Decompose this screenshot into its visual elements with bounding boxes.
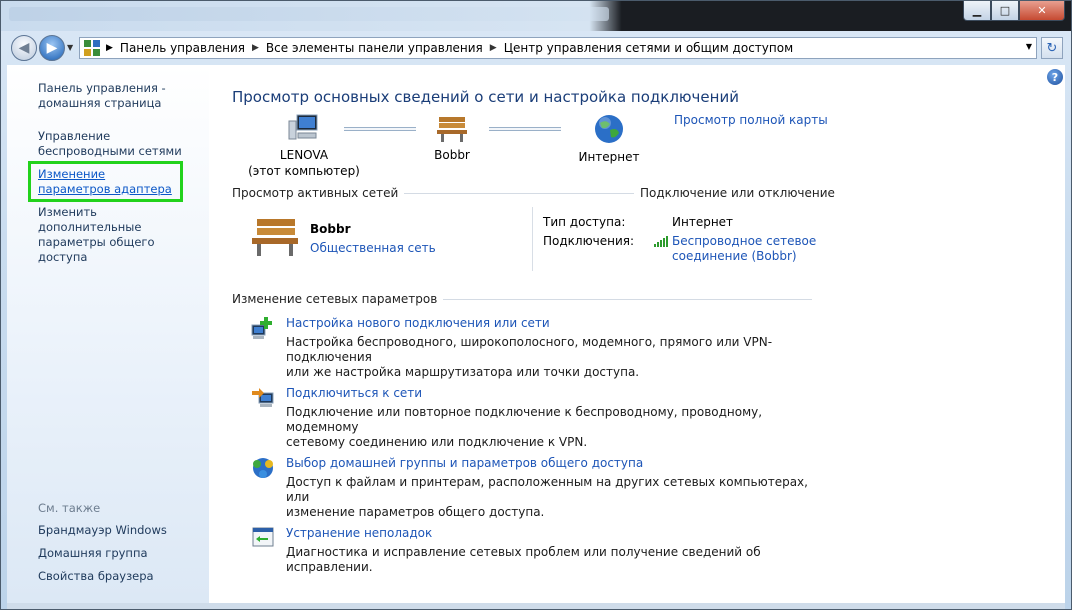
map-node-network[interactable]: Bobbr [419,113,485,163]
main-content: ? Просмотр основных сведений о сети и на… [209,65,1065,603]
title-bar[interactable]: ▁ □ ✕ [1,1,1071,31]
breadcrumb-separator-icon[interactable]: ▶ [252,43,259,53]
sidebar-link-home[interactable]: Панель управления - домашняя страница [38,81,188,111]
window-bottom-border [7,603,1065,609]
task-desc-line: Диагностика и исправление сетевых пробле… [286,545,761,574]
maximize-button[interactable]: □ [991,1,1019,21]
globe-icon [595,115,623,143]
sidebar-link-homegroup[interactable]: Домашняя группа [38,546,148,561]
wireless-connection-link[interactable]: Беспроводное сетевое соединение (Bobbr) [672,234,816,264]
forward-button[interactable]: ▶ [39,35,65,61]
network-type-link[interactable]: Общественная сеть [310,241,436,255]
access-type-value: Интернет [672,215,734,229]
troubleshoot-icon [252,527,274,547]
title-bar-glass [9,7,609,21]
refresh-button[interactable]: ↻ [1041,37,1063,59]
map-node-computer[interactable]: LENOVA (этот компьютер) [239,113,369,179]
change-settings-title: Изменение сетевых параметров [232,292,444,306]
map-connection-line [489,127,561,131]
arrow-left-icon: ◀ [18,40,30,56]
page-title: Просмотр основных сведений о сети и наст… [232,88,739,106]
close-button[interactable]: ✕ [1019,1,1065,21]
recent-pages-dropdown[interactable]: ▼ [67,43,73,52]
computer-subtitle: (этот компьютер) [248,164,360,178]
window: ▁ □ ✕ ◀ ▶ ▼ ▶ Панель управления ▶ Все эл… [0,0,1072,610]
internet-label: Интернет [578,150,640,164]
setup-new-connection-desc: Настройка беспроводного, широкополосного… [286,335,826,380]
connect-to-network-desc: Подключение или повторное подключение к … [286,405,826,450]
address-bar[interactable]: ▶ Панель управления ▶ Все элементы панел… [79,37,1037,59]
caption-buttons: ▁ □ ✕ [963,1,1065,21]
sidebar: Панель управления - домашняя страница Уп… [7,65,209,603]
new-connection-icon [251,317,272,339]
connect-to-network-icon [252,388,274,407]
homegroup-sharing-link[interactable]: Выбор домашней группы и параметров общег… [286,456,643,470]
sidebar-link-wireless[interactable]: Управление беспроводными сетями [38,129,203,159]
breadcrumb-separator-icon[interactable]: ▶ [490,43,497,53]
breadcrumb-control-panel[interactable]: Панель управления [120,41,245,55]
address-history-dropdown[interactable]: ▼ [1026,42,1032,51]
public-network-bench-icon[interactable] [249,215,301,257]
sidebar-link-firewall[interactable]: Брандмауэр Windows [38,523,167,538]
active-network-name: Bobbr [310,222,351,236]
navigation-bar: ◀ ▶ ▼ ▶ Панель управления ▶ Все элементы… [1,31,1071,65]
refresh-icon: ↻ [1046,40,1058,56]
homegroup-icon [253,458,273,478]
help-icon[interactable]: ? [1047,69,1063,85]
connect-to-network-link[interactable]: Подключиться к сети [286,386,422,400]
troubleshoot-desc: Диагностика и исправление сетевых пробле… [286,545,826,575]
setup-new-connection-link[interactable]: Настройка нового подключения или сети [286,316,550,330]
minimize-button[interactable]: ▁ [963,1,991,21]
vertical-divider [532,207,533,271]
connect-disconnect-link[interactable]: Подключение или отключение [634,186,835,200]
breadcrumb-network-center[interactable]: Центр управления сетями и общим доступом [504,41,793,55]
sidebar-link-browser-options[interactable]: Свойства браузера [38,569,154,584]
back-button[interactable]: ◀ [11,35,37,61]
network-label: Bobbr [434,148,470,162]
homegroup-sharing-desc: Доступ к файлам и принтерам, расположенн… [286,475,826,520]
breadcrumb-all-items[interactable]: Все элементы панели управления [266,41,483,55]
sidebar-link-sharing-settings[interactable]: Изменить дополнительные параметры общего… [38,205,203,265]
breadcrumb: Панель управления ▶ Все элементы панели … [120,41,793,55]
wireless-connection-line1: Беспроводное сетевое [672,234,817,248]
map-connection-line [344,127,416,131]
arrow-right-icon: ▶ [46,40,58,56]
computer-name: LENOVA [279,148,329,162]
wireless-connection-line2: соединение (Bobbr) [672,249,797,263]
control-panel-icon [84,40,100,56]
view-full-map-link[interactable]: Просмотр полной карты [674,113,828,127]
active-networks-title: Просмотр активных сетей [232,186,405,200]
task-desc-line: Доступ к файлам и принтерам, расположенн… [286,475,808,504]
task-desc-line: Подключение или повторное подключение к … [286,405,763,434]
task-desc-line: сетевому соединению или подключение к VP… [286,435,588,449]
map-node-internet[interactable]: Интернет [564,113,654,165]
task-desc-line: или же настройка маршрутизатора или точк… [286,365,640,379]
wifi-signal-icon [654,236,668,247]
troubleshoot-link[interactable]: Устранение неполадок [286,526,432,540]
access-type-label: Тип доступа: [543,215,626,229]
see-also-heading: См. также [38,501,101,515]
task-desc-line: Настройка беспроводного, широкополосного… [286,335,773,364]
computer-icon [288,114,318,140]
bench-icon [437,117,467,142]
connections-label: Подключения: [543,234,635,248]
task-desc-line: изменение параметров общего доступа. [286,505,545,519]
highlight-box [28,161,183,202]
breadcrumb-root-arrow[interactable]: ▶ [106,43,113,53]
